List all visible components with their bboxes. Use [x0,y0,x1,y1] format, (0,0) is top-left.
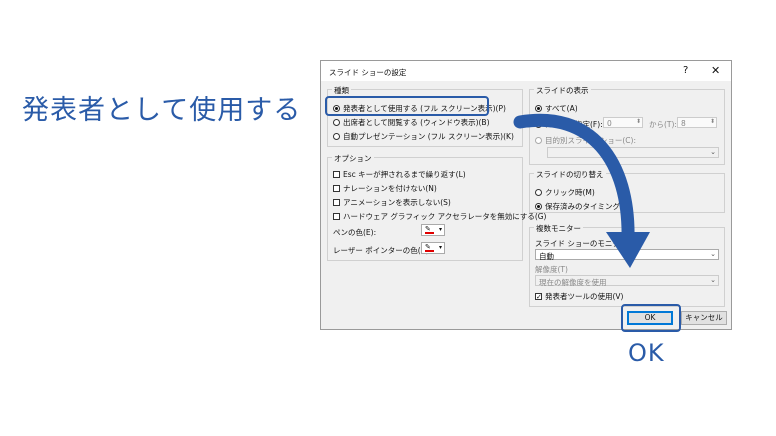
to-slide-spinner[interactable]: 8 ⬍ [677,117,717,128]
spinner-arrows-icon: ⬍ [709,118,715,125]
cancel-button[interactable]: キャンセル [681,311,727,325]
radio-all-label: すべて(A) [545,104,578,113]
options-label: オプション [332,153,374,164]
monitor-label-row: スライド ショーのモニター(O): [535,238,642,249]
radio-manual-label: クリック時(M) [545,188,595,197]
dialog-titlebar: スライド ショーの設定 ? ✕ [321,61,731,81]
check-no-animation-label: アニメーションを表示しない(S) [343,198,451,207]
from-slide-spinner[interactable]: 0 ⬍ [603,117,643,128]
check-no-animation[interactable]: アニメーションを表示しない(S) [333,197,451,208]
check-no-hw-accel[interactable]: ハードウェア グラフィック アクセラレータを無効にする(G) [333,211,546,222]
check-no-hw-accel-label: ハードウェア グラフィック アクセラレータを無効にする(G) [343,212,547,221]
to-slide-value: 8 [681,119,686,128]
monitor-select-value: 自動 [539,252,554,261]
chevron-down-icon: ▾ [438,226,442,233]
to-label: から(T): [649,120,677,129]
laser-color-swatch [425,250,434,252]
advance-label: スライドの切り替え [534,169,606,180]
check-no-hw-accel-box[interactable] [333,213,340,220]
radio-browsed-individual[interactable]: 出席者として閲覧する (ウィンドウ表示)(B) [333,117,490,128]
radio-custom-show[interactable]: 目的別スライド ショー(C): [535,135,636,146]
monitor-label: スライド ショーのモニター(O): [535,239,642,248]
resolution-label: 解像度(T) [535,265,568,274]
resolution-select[interactable]: 現在の解像度を使用 ⌄ [535,275,719,287]
radio-range-dot[interactable] [535,121,542,128]
check-no-narration[interactable]: ナレーションを付けない(N) [333,183,437,194]
show-type-label: 種類 [332,85,351,96]
radio-kiosk-dot[interactable] [333,133,340,140]
check-loop[interactable]: Esc キーが押されるまで繰り返す(L) [333,169,466,180]
check-presenter-view-label: 発表者ツールの使用(V) [545,292,624,301]
radio-timings-dot[interactable] [535,203,542,210]
radio-manual-dot[interactable] [535,189,542,196]
laser-color-button[interactable]: ✎ ▾ [421,242,445,254]
radio-all-slides[interactable]: すべて(A) [535,103,578,114]
radio-kiosk[interactable]: 自動プレゼンテーション (フル スクリーン表示)(K) [333,131,514,142]
resolution-select-value: 現在の解像度を使用 [539,278,607,287]
radio-custom-dot[interactable] [535,137,542,144]
radio-browsed-dot[interactable] [333,119,340,126]
radio-custom-label: 目的別スライド ショー(C): [545,136,636,145]
resolution-label-row: 解像度(T) [535,264,568,275]
pen-color-row: ペンの色(E): [333,227,376,238]
close-icon[interactable]: ✕ [711,64,720,77]
check-presenter-view-box[interactable]: ✓ [535,293,542,301]
pen-color-label: ペンの色(E): [333,228,377,237]
show-slides-label: スライドの表示 [534,85,591,96]
check-presenter-view[interactable]: ✓ 発表者ツールの使用(V) [535,291,623,302]
radio-browsed-label: 出席者として閲覧する (ウィンドウ表示)(B) [343,118,490,127]
radio-all-dot[interactable] [535,105,542,112]
help-icon[interactable]: ? [683,65,688,76]
monitor-select[interactable]: 自動 ⌄ [535,249,719,261]
caption-presenter-mode: 発表者として使用する [22,95,302,126]
radio-manual[interactable]: クリック時(M) [535,187,595,198]
laser-color-label: レーザー ポインターの色(R): [333,246,432,255]
pen-color-swatch [425,232,434,234]
caption-ok: OK [628,339,665,367]
radio-range-label: スライド指定(F): [545,120,603,129]
radio-timings-label: 保存済みのタイミング(U) [545,202,632,211]
check-no-animation-box[interactable] [333,199,340,206]
monitors-label: 複数モニター [534,223,583,234]
spinner-arrows-icon: ⬍ [635,118,641,125]
radio-kiosk-label: 自動プレゼンテーション (フル スクリーン表示)(K) [343,132,514,141]
check-loop-label: Esc キーが押されるまで繰り返す(L) [343,170,466,179]
check-no-narration-box[interactable] [333,185,340,192]
chevron-down-icon: ⌄ [710,148,716,156]
check-no-narration-label: ナレーションを付けない(N) [343,184,437,193]
radio-slide-range[interactable]: スライド指定(F): [535,119,603,130]
ok-highlight-box [621,304,681,332]
chevron-down-icon: ▾ [438,244,442,251]
chevron-down-icon: ⌄ [710,276,716,284]
dialog-title: スライド ショーの設定 [329,68,407,77]
from-slide-value: 0 [607,119,612,128]
radio-timings[interactable]: 保存済みのタイミング(U) [535,201,631,212]
custom-show-select[interactable]: ⌄ [547,147,719,158]
check-loop-box[interactable] [333,171,340,178]
pen-color-button[interactable]: ✎ ▾ [421,224,445,236]
to-label-row: から(T): [649,119,677,130]
presenter-highlight-box [325,96,489,116]
laser-color-row: レーザー ポインターの色(R): [333,245,431,256]
chevron-down-icon: ⌄ [710,250,716,258]
slideshow-settings-dialog: スライド ショーの設定 ? ✕ 種類 発表者として使用する (フル スクリーン表… [320,60,732,332]
